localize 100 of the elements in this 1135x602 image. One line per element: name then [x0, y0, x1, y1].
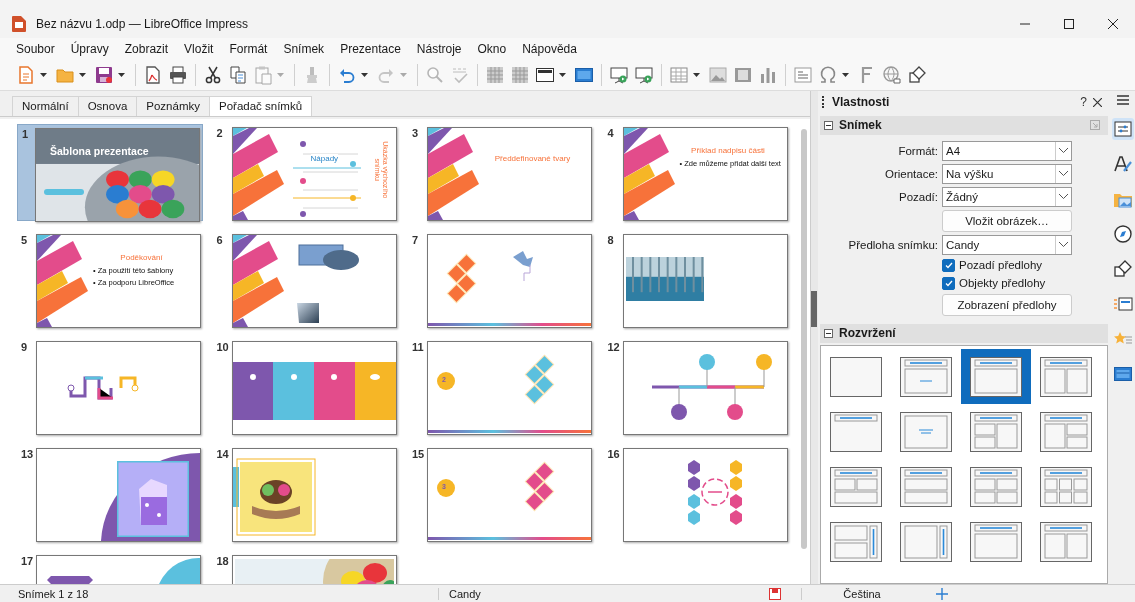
slide-item[interactable]: 8: [603, 231, 790, 328]
image-icon[interactable]: [708, 64, 728, 85]
menu-item[interactable]: Soubor: [8, 39, 63, 58]
slide-item[interactable]: 17: [17, 552, 203, 584]
sliders-icon[interactable]: [1112, 119, 1133, 139]
close-icon[interactable]: [1108, 19, 1118, 29]
field-label: Pozadí:: [898, 190, 938, 203]
slide-number: 13: [20, 448, 35, 460]
slide-item[interactable]: 6: [212, 231, 399, 328]
slide-number: 1: [21, 128, 30, 140]
copy-icon[interactable]: [228, 64, 248, 85]
collapse-icon[interactable]: [824, 328, 833, 338]
printer-icon[interactable]: [168, 64, 188, 85]
sidebar-button[interactable]: Zobrazení předlohy: [942, 293, 1072, 316]
slide-item[interactable]: 12: [603, 338, 790, 435]
shapes-icon[interactable]: [907, 64, 927, 85]
slide-item[interactable]: 18: [212, 552, 399, 584]
caret-icon[interactable]: [559, 72, 566, 77]
slide-item[interactable]: 16: [603, 445, 790, 542]
dropdown-field[interactable]: A4: [942, 140, 1072, 161]
master-slide-icon[interactable]: [1112, 364, 1133, 384]
projector-screen-icon[interactable]: [609, 64, 629, 85]
menu-item[interactable]: Prezentace: [332, 39, 409, 58]
help-button[interactable]: ?: [1080, 95, 1087, 110]
status-text[interactable]: Čeština: [801, 587, 922, 600]
badge-circle: [437, 372, 455, 390]
slide-number: 2: [215, 127, 224, 139]
chevron-icon[interactable]: [1059, 242, 1068, 248]
slide-title: Šablona prezentace: [50, 145, 149, 157]
status-text: Snímek 1 z 18: [17, 587, 90, 600]
caret-icon[interactable]: [118, 72, 125, 77]
checkbox-label[interactable]: Objekty předlohy: [959, 277, 1046, 290]
menu-item[interactable]: Úpravy: [62, 39, 117, 58]
layout-option[interactable]: [961, 349, 1031, 404]
slide-item[interactable]: 1 Šablona prezentace: [17, 124, 203, 221]
caret-icon[interactable]: [40, 72, 47, 77]
menu-item[interactable]: Vložit: [176, 39, 222, 58]
compass-icon[interactable]: [1112, 224, 1133, 244]
slide-number: 4: [606, 127, 615, 139]
caret-icon[interactable]: [361, 72, 368, 77]
checkbox[interactable]: [942, 276, 955, 290]
slide-item[interactable]: 14: [212, 445, 399, 542]
caret-icon[interactable]: [79, 72, 86, 77]
slide-title: Předdefinované tvary: [493, 154, 572, 163]
pdf-document-icon[interactable]: [143, 64, 163, 85]
sidebar-button[interactable]: Vložit obrázek…: [942, 209, 1072, 232]
menu-item[interactable]: Zobrazit: [116, 39, 177, 58]
move-icon[interactable]: [936, 587, 948, 600]
slide-item[interactable]: 3 Předdefinované tvary: [408, 124, 594, 221]
chevron-icon[interactable]: [1059, 148, 1068, 154]
collapse-icon[interactable]: [824, 120, 833, 130]
maximize-icon[interactable]: [1064, 19, 1074, 29]
menu-item[interactable]: Snímek: [275, 39, 333, 58]
slide-title: Poděkování: [119, 253, 164, 262]
dropdown-field[interactable]: Candy: [942, 234, 1072, 255]
chevron-icon[interactable]: [1059, 171, 1068, 177]
slide-number: 14: [215, 448, 230, 460]
scissors-icon[interactable]: [203, 64, 223, 85]
slide-number: 6: [215, 234, 224, 246]
splitter-handle[interactable]: [811, 291, 817, 327]
field-label: Předloha snímku:: [847, 238, 938, 251]
checkbox[interactable]: [942, 258, 955, 272]
globe-link-icon[interactable]: [882, 64, 902, 85]
slide-item[interactable]: 9: [17, 338, 203, 435]
caret-icon[interactable]: [842, 72, 849, 77]
caret-icon[interactable]: [693, 72, 700, 77]
slide-item[interactable]: 13: [17, 445, 203, 542]
shapes-icon[interactable]: [1112, 259, 1133, 279]
menu-item[interactable]: Nástroje: [408, 39, 470, 58]
slide-title: Příklad nadpisu části: [690, 146, 766, 155]
scrollbar-thumb[interactable]: [801, 129, 807, 549]
steps-drawing: [67, 376, 139, 400]
slide-number: 11: [411, 341, 425, 353]
slide-item[interactable]: 7: [408, 231, 594, 328]
dropdown-field[interactable]: Žádný: [942, 186, 1072, 207]
chevron-icon[interactable]: [1059, 194, 1068, 200]
field-label: Formát:: [897, 144, 938, 157]
slide-number: 15: [411, 448, 426, 460]
slide-label: Nápady: [310, 154, 339, 164]
slide-number: 5: [20, 234, 29, 246]
view-tab[interactable]: Pořadač snímků: [209, 96, 313, 116]
letter-brush-icon[interactable]: [1112, 154, 1133, 174]
checkbox-label[interactable]: Pozadí předlohy: [959, 259, 1043, 272]
dropdown-field[interactable]: Na výšku: [942, 163, 1072, 184]
menu-item[interactable]: Okno: [469, 39, 515, 58]
menu-item[interactable]: Nápověda: [514, 39, 585, 58]
save-status-icon[interactable]: [769, 587, 781, 600]
slide-item[interactable]: 10: [212, 338, 399, 435]
projector-screen-icon[interactable]: [634, 64, 654, 85]
slide-number: 9: [20, 341, 29, 353]
menu-item[interactable]: Formát: [221, 39, 276, 58]
slide-thumbnail[interactable]: Šablona prezentace: [35, 128, 200, 222]
slide-number: 18: [215, 555, 230, 567]
view-tab[interactable]: Normální: [12, 96, 79, 116]
animation-icon[interactable]: [1112, 294, 1133, 314]
hexagon-diagram: [687, 460, 742, 525]
slide-number: 3: [411, 127, 420, 139]
close-icon[interactable]: [1093, 97, 1102, 107]
slide-number: 8: [606, 234, 615, 246]
menu-icon[interactable]: [1116, 95, 1129, 105]
